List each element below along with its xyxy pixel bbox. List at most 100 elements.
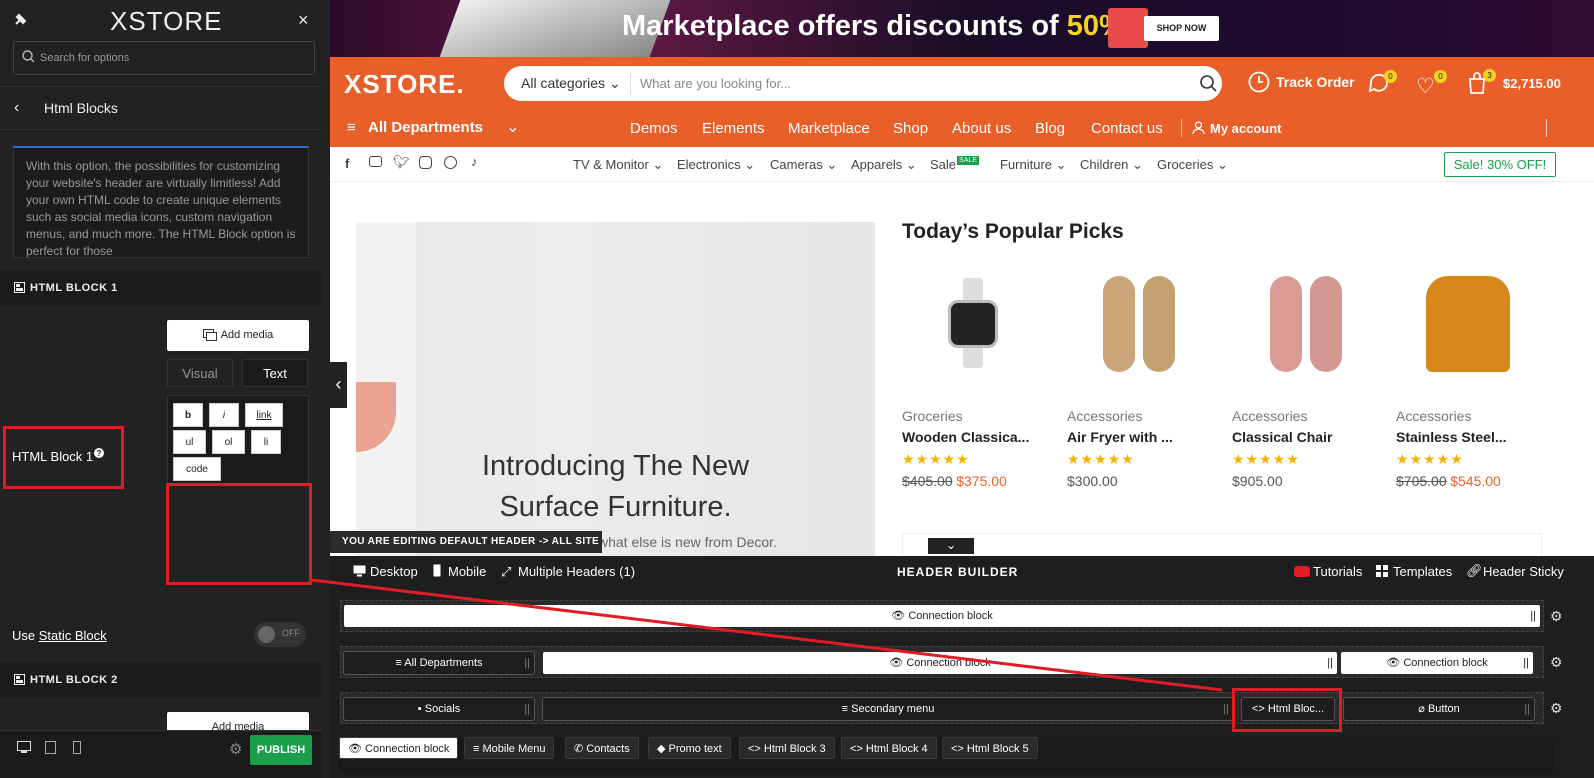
subnav-electronics[interactable]: Electronics ⌄ <box>677 157 755 173</box>
close-icon[interactable]: × <box>298 10 309 31</box>
hero-banner[interactable]: Introducing The New Surface Furniture. wh… <box>356 222 875 556</box>
html-block-2-header[interactable]: HTML BLOCK 2 <box>0 662 322 698</box>
subnav-tv-monitor[interactable]: TV & Monitor ⌄ <box>573 157 663 173</box>
drag-handle-icon[interactable]: || <box>1327 652 1333 674</box>
subnav-cameras[interactable]: Cameras ⌄ <box>770 157 837 173</box>
product-card[interactable]: Groceries Wooden Classica... ★★★★★ $405.… <box>902 262 1067 502</box>
builder-socials[interactable]: ▪ Socials || <box>343 697 535 721</box>
drag-handle-icon[interactable]: || <box>1223 698 1229 720</box>
row-settings-gear-icon[interactable]: ⚙ <box>1550 654 1563 671</box>
track-order-link[interactable]: Track Order <box>1276 74 1355 90</box>
desktop-tab[interactable]: Desktop <box>370 564 418 579</box>
twitter-icon[interactable]: 🐦︎ <box>393 154 410 170</box>
chip-contacts[interactable]: ✆ Contacts <box>565 737 639 759</box>
drag-handle-icon[interactable]: || <box>524 698 530 720</box>
builder-connection-block[interactable]: 👁︎ Connection block || <box>344 605 1540 627</box>
chip-html-block-4[interactable]: <> Html Block 4 <box>841 737 937 759</box>
facebook-icon[interactable]: f <box>345 156 349 171</box>
row-settings-gear-icon[interactable]: ⚙ <box>1550 608 1563 625</box>
cart-total[interactable]: $2,715.00 <box>1503 76 1561 91</box>
product-name[interactable]: Air Fryer with ... <box>1067 429 1173 445</box>
mobile-tab[interactable]: Mobile <box>448 564 486 579</box>
static-block-toggle[interactable]: OFF <box>254 622 306 647</box>
search-icon[interactable] <box>1200 75 1217 92</box>
row-settings-gear-icon[interactable]: ⚙ <box>1550 700 1563 717</box>
tab-text[interactable]: Text <box>242 359 308 387</box>
quicktag-code[interactable]: code <box>173 457 221 481</box>
product-card[interactable]: Accessories Stainless Steel... ★★★★★ $70… <box>1396 262 1561 502</box>
shop-now-button[interactable]: SHOP NOW <box>1144 16 1219 41</box>
subnav-furniture[interactable]: Furniture ⌄ <box>1000 157 1067 173</box>
my-account-link[interactable]: My account <box>1210 121 1282 136</box>
builder-connection-block[interactable]: 👁︎ Connection block || <box>1341 652 1533 674</box>
nav-about-us[interactable]: About us <box>952 120 1011 137</box>
whatsapp-icon[interactable] <box>444 156 457 169</box>
product-card[interactable]: Accessories Air Fryer with ... ★★★★★ $30… <box>1067 262 1232 502</box>
quicktag-b[interactable]: b <box>173 403 203 427</box>
tutorials-link[interactable]: Tutorials <box>1313 564 1362 579</box>
templates-link[interactable]: Templates <box>1393 564 1452 579</box>
subnav-groceries[interactable]: Groceries ⌄ <box>1157 157 1228 173</box>
subnav-children[interactable]: Children ⌄ <box>1080 157 1143 173</box>
quicktag-li[interactable]: li <box>251 430 281 454</box>
wishlist-heart-icon[interactable]: ♡ <box>1416 74 1435 99</box>
nav-marketplace[interactable]: Marketplace <box>788 120 870 137</box>
product-card[interactable]: Accessories Classical Chair ★★★★★ $905.0… <box>1232 262 1397 502</box>
tab-visual[interactable]: Visual <box>167 359 233 387</box>
nav-elements[interactable]: Elements <box>702 120 765 137</box>
back-chevron-icon[interactable]: ‹ <box>14 99 19 117</box>
tablet-preview-icon[interactable] <box>45 741 56 754</box>
builder-toggle-button[interactable]: ⌄ <box>928 538 974 554</box>
quicktag-i[interactable]: i <box>209 403 239 427</box>
collapse-panel-button[interactable]: ‹ <box>330 362 347 408</box>
builder-secondary-menu[interactable]: ≡ Secondary menu || <box>542 697 1234 721</box>
add-media-button[interactable]: Add media <box>167 320 309 351</box>
quicktag-link[interactable]: link <box>245 403 283 427</box>
multiple-headers-tab[interactable]: Multiple Headers (1) <box>518 564 635 579</box>
nav-demos[interactable]: Demos <box>630 120 678 137</box>
product-search-input[interactable]: What are you looking for... <box>640 76 791 91</box>
product-name[interactable]: Classical Chair <box>1232 429 1332 445</box>
html-block-textarea[interactable] <box>166 483 312 585</box>
help-icon[interactable]: ? <box>94 448 104 458</box>
subnav-apparels[interactable]: Apparels ⌄ <box>851 157 917 173</box>
subnav-sale[interactable]: Sale SALE <box>930 156 979 172</box>
builder-button[interactable]: ⌀ Button || <box>1343 697 1535 721</box>
drag-handle-icon[interactable]: || <box>1524 698 1530 720</box>
quicktag-ul[interactable]: ul <box>173 430 206 454</box>
chip-connection-block[interactable]: 👁︎ Connection block <box>339 737 459 759</box>
all-departments-menu[interactable]: All Departments <box>368 119 483 136</box>
product-name[interactable]: Wooden Classica... <box>902 429 1029 445</box>
tiktok-icon[interactable]: ♪ <box>471 154 478 169</box>
static-block-link[interactable]: Static Block <box>39 628 107 643</box>
sale-promo-button[interactable]: Sale! 30% OFF! <box>1444 152 1556 177</box>
site-logo[interactable]: XSTORE. <box>344 69 465 100</box>
drag-handle-icon[interactable]: || <box>524 652 530 674</box>
product-price: $705.00 $545.00 <box>1396 473 1501 489</box>
drag-handle-icon[interactable]: || <box>1523 652 1529 674</box>
category-select[interactable]: All categories ⌄ <box>521 75 621 92</box>
pin-icon[interactable] <box>14 12 28 26</box>
nav-contact-us[interactable]: Contact us <box>1091 120 1163 137</box>
drag-handle-icon[interactable]: || <box>1530 605 1536 627</box>
mobile-preview-icon[interactable] <box>73 741 81 754</box>
chip-html-block-5[interactable]: <> Html Block 5 <box>942 737 1038 759</box>
youtube-icon[interactable] <box>369 156 382 167</box>
chip-html-block-3[interactable]: <> Html Block 3 <box>739 737 835 759</box>
nav-shop[interactable]: Shop <box>893 120 928 137</box>
builder-all-departments[interactable]: ≡ All Departments || <box>343 651 535 675</box>
quicktag-ol[interactable]: ol <box>212 430 245 454</box>
chip-mobile-menu[interactable]: ≡ Mobile Menu <box>464 737 555 759</box>
html-block-1-header[interactable]: HTML BLOCK 1 <box>0 270 322 306</box>
builder-connection-block[interactable]: 👁︎ Connection block || <box>543 652 1337 674</box>
desktop-preview-icon[interactable] <box>17 741 31 753</box>
settings-gear-icon[interactable]: ⚙ <box>229 740 242 758</box>
nav-blog[interactable]: Blog <box>1035 120 1065 137</box>
header-sticky-link[interactable]: Header Sticky <box>1483 564 1564 579</box>
chip-promo-text[interactable]: ◆ Promo text <box>648 737 731 759</box>
instagram-icon[interactable] <box>419 156 432 169</box>
departments-chevron-icon[interactable]: ⌄ <box>506 117 519 137</box>
product-name[interactable]: Stainless Steel... <box>1396 429 1507 445</box>
publish-button[interactable]: PUBLISH <box>250 735 312 765</box>
search-input[interactable]: Search for options <box>13 41 315 75</box>
